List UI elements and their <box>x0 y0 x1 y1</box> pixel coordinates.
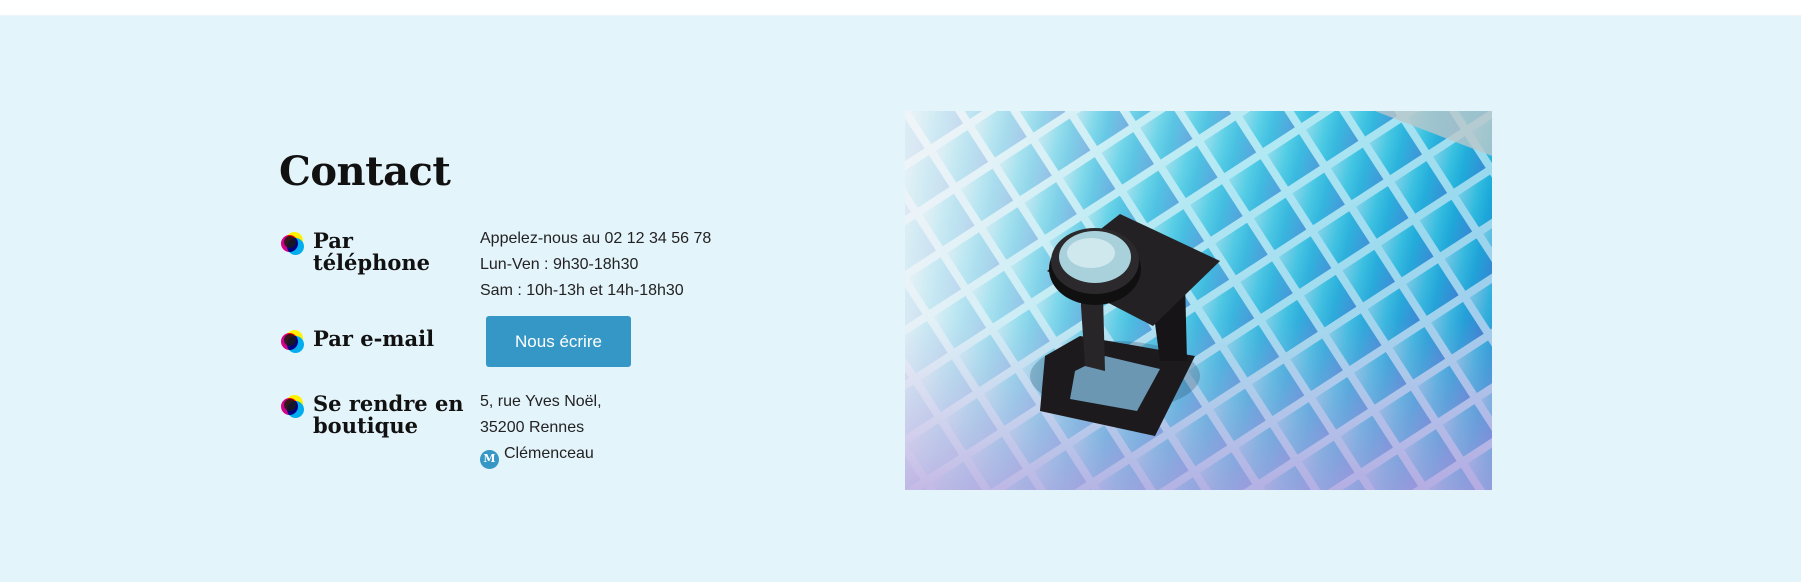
page-title: Contact <box>279 148 451 195</box>
email-label-group: Par e-mail <box>279 328 469 354</box>
contact-section <box>0 16 1801 582</box>
shop-label-group: Se rendre en boutique <box>279 393 469 437</box>
phone-label-group: Par téléphone <box>279 230 469 274</box>
write-to-us-button[interactable]: Nous écrire <box>486 316 631 367</box>
metro-icon: M <box>480 449 499 469</box>
shop-label-line2: boutique <box>313 413 418 438</box>
phone-details: Appelez-nous au 02 12 34 56 78 Lun-Ven :… <box>480 226 711 304</box>
top-strip <box>0 0 1801 16</box>
saturday-hours-line: Sam : 10h-13h et 14h-18h30 <box>480 282 684 299</box>
phone-label: Par téléphone <box>313 228 430 275</box>
phone-number-line: Appelez-nous au 02 12 34 56 78 <box>480 230 712 247</box>
cmyk-dots-icon <box>279 230 305 256</box>
metro-line: M Clémenceau <box>480 441 602 469</box>
address-city: 35200 Rennes <box>480 419 585 436</box>
address-street: 5, rue Yves Noël, <box>480 393 602 410</box>
shop-address: 5, rue Yves Noël, 35200 Rennes M Clémence… <box>480 389 602 469</box>
cmyk-dots-icon <box>279 393 305 419</box>
email-label: Par e-mail <box>313 326 435 351</box>
shop-label: Se rendre en boutique <box>313 393 464 437</box>
loupe-photo <box>905 111 1492 490</box>
weekday-hours-line: Lun-Ven : 9h30-18h30 <box>480 256 639 273</box>
metro-station: Clémenceau <box>504 445 594 462</box>
cmyk-dots-icon <box>279 328 305 354</box>
loupe-photo-illustration <box>905 111 1492 490</box>
